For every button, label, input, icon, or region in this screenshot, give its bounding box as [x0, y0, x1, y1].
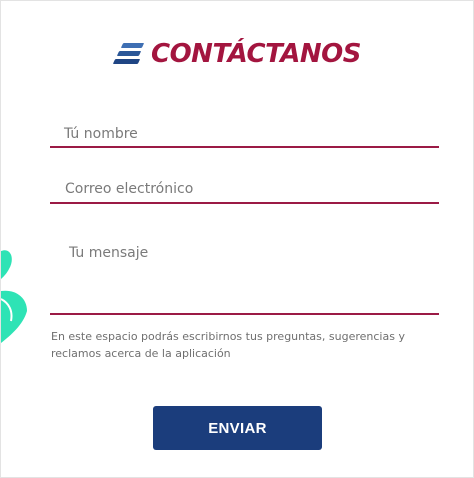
header: CONTÁCTANOS — [1, 37, 473, 71]
submit-button[interactable]: ENVIAR — [153, 406, 322, 450]
name-placeholder: Tú nombre — [64, 126, 138, 142]
page-title: CONTÁCTANOS — [151, 39, 362, 69]
helper-text: En este espacio podrás escribirnos tus p… — [51, 330, 405, 360]
message-placeholder: Tu mensaje — [69, 245, 149, 261]
stacked-stripes-icon — [112, 41, 145, 67]
contact-screen: CONTÁCTANOS Tú nombre Correo electrónico… — [0, 0, 474, 478]
email-field[interactable]: Correo electrónico — [50, 175, 439, 204]
message-field[interactable]: Tu mensaje — [50, 233, 439, 315]
leaf-decoration-icon — [1, 250, 27, 343]
email-placeholder: Correo electrónico — [65, 181, 194, 197]
name-field[interactable]: Tú nombre — [50, 119, 439, 148]
brand-logo: CONTÁCTANOS — [112, 39, 362, 69]
